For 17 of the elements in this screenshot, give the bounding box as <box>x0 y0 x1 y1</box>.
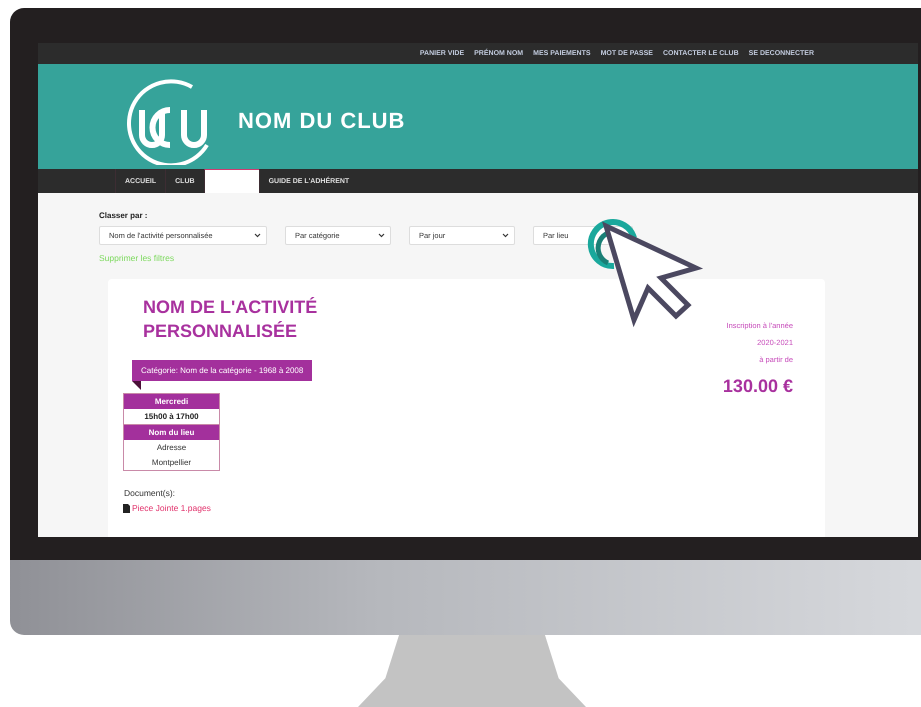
chevron-icon <box>502 233 509 238</box>
category-tag: Catégorie: Nom de la catégorie - 1968 à 2008 <box>132 360 312 381</box>
file-icon <box>123 504 130 512</box>
schedule-cell: Mercredi <box>124 394 219 409</box>
documents-label: Document(s): <box>124 488 176 498</box>
document-link[interactable]: Piece Jointe 1.pages <box>132 503 211 513</box>
schedule-cell-text: Montpellier <box>150 457 192 469</box>
chevron-icon <box>378 233 385 238</box>
schedule-cell: Nom du lieu <box>124 425 219 440</box>
filter-label: Classer par : <box>99 211 148 220</box>
price: 130.00 € <box>722 376 793 397</box>
nav-tab[interactable] <box>204 169 259 193</box>
chevron-icon <box>254 233 261 238</box>
schedule-cell-text: Adresse <box>156 442 188 454</box>
activity-title: NOM DE L'ACTIVITÉ PERSONNALISÉE <box>143 296 318 343</box>
club-name: NOM DU CLUB <box>238 108 406 134</box>
tag-fold-icon <box>132 381 141 390</box>
